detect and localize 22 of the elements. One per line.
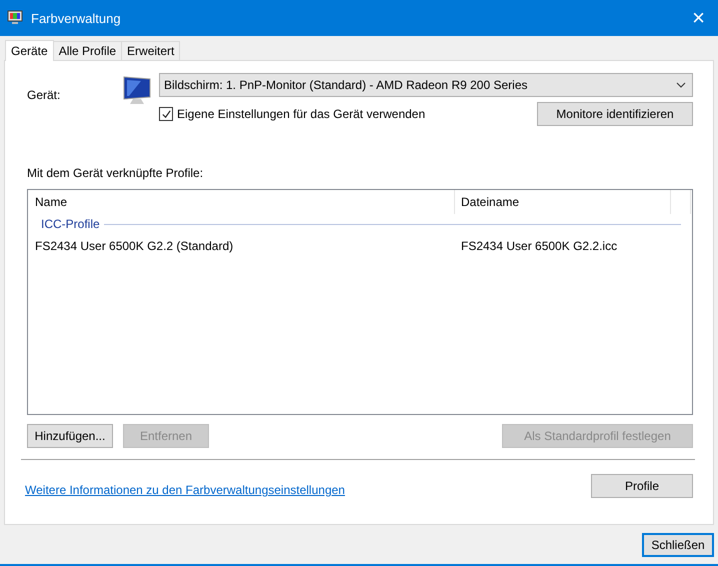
close-dialog-button[interactable]: Schließen <box>642 533 714 557</box>
device-label: Gerät: <box>27 87 62 104</box>
window-title: Farbverwaltung <box>31 10 122 26</box>
table-cell-text: FS2434 User 6500K G2.2.icc <box>460 239 618 253</box>
profiles-button[interactable]: Profile <box>591 474 693 498</box>
close-button[interactable]: × <box>679 3 718 33</box>
identify-button[interactable]: Monitore identifizieren <box>537 102 693 126</box>
tab[interactable]: Geräte <box>5 40 54 61</box>
column-header[interactable]: Name <box>29 190 455 214</box>
tab[interactable]: Erweitert <box>121 41 180 60</box>
profile-action-button[interactable]: Hinzufügen... <box>27 424 113 448</box>
monitor-icon <box>7 10 23 26</box>
table-cell-text: FS2434 User 6500K G2.2 (Standard) <box>34 239 234 253</box>
device-dropdown[interactable]: Bildschirm: 1. PnP-Monitor (Standard) - AMD Radeon R9 200 Series <box>159 73 693 97</box>
column-header[interactable]: Dateiname <box>455 190 671 214</box>
profiles-label: Mit dem Gerät verknüpfte Profile: <box>27 166 204 180</box>
group-header: ICC-Profile <box>41 217 100 231</box>
monitor-icon <box>121 75 153 107</box>
chevron-icon <box>676 82 686 88</box>
checkbox-label: Eigene Einstellungen für das Gerät verwenden <box>177 107 426 121</box>
info-link[interactable]: Weitere Informationen zu den Farbverwaltungseinstellungen <box>25 483 345 497</box>
checkbox[interactable] <box>159 107 173 121</box>
